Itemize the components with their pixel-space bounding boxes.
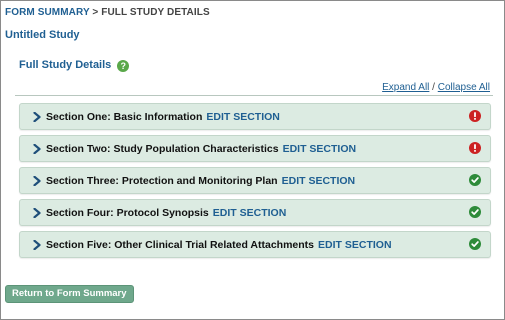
page-frame: FORM SUMMARY > FULL STUDY DETAILS Untitl…	[0, 0, 505, 320]
collapse-all-link[interactable]: Collapse All	[438, 82, 490, 93]
study-title: Untitled Study	[5, 29, 80, 41]
section-label: Section Five: Other Clinical Trial Relat…	[46, 238, 315, 251]
page-title-text: Full Study Details	[19, 59, 112, 71]
breadcrumb: FORM SUMMARY > FULL STUDY DETAILS	[5, 7, 210, 18]
page-title: Full Study Details ?	[19, 58, 130, 72]
section-row[interactable]: Section Three: Protection and Monitoring…	[19, 167, 491, 194]
chevron-right-icon[interactable]	[30, 143, 44, 154]
error-icon	[469, 110, 481, 122]
expand-collapse-links: Expand All / Collapse All	[382, 82, 490, 93]
edit-section-link[interactable]: EDIT SECTION	[283, 143, 357, 155]
section-label: Section Two: Study Population Characteri…	[46, 142, 279, 155]
return-to-form-summary-button[interactable]: Return to Form Summary	[5, 285, 134, 303]
sections-list: Section One: Basic Information EDIT SECTI…	[19, 103, 491, 263]
chevron-right-icon[interactable]	[30, 207, 44, 218]
section-row[interactable]: Section Two: Study Population Characteri…	[19, 135, 491, 162]
edit-section-link[interactable]: EDIT SECTION	[206, 111, 280, 123]
check-circle-icon	[469, 174, 481, 186]
breadcrumb-separator: >	[92, 7, 99, 18]
check-circle-icon	[469, 206, 481, 218]
chevron-right-icon[interactable]	[30, 239, 44, 250]
breadcrumb-current: FULL STUDY DETAILS	[101, 7, 210, 18]
link-separator: /	[432, 82, 435, 93]
chevron-right-icon[interactable]	[30, 111, 44, 122]
divider	[15, 95, 493, 96]
edit-section-link[interactable]: EDIT SECTION	[282, 175, 356, 187]
chevron-right-icon[interactable]	[30, 175, 44, 186]
edit-section-link[interactable]: EDIT SECTION	[318, 239, 392, 251]
edit-section-link[interactable]: EDIT SECTION	[213, 207, 287, 219]
section-label: Section Four: Protocol Synopsis	[46, 206, 209, 219]
section-label: Section One: Basic Information	[46, 110, 203, 123]
expand-all-link[interactable]: Expand All	[382, 82, 429, 93]
breadcrumb-form-summary-link[interactable]: FORM SUMMARY	[5, 7, 90, 18]
help-icon[interactable]: ?	[117, 60, 130, 72]
section-row[interactable]: Section One: Basic Information EDIT SECTI…	[19, 103, 491, 130]
section-label: Section Three: Protection and Monitoring…	[46, 174, 278, 187]
section-row[interactable]: Section Five: Other Clinical Trial Relat…	[19, 231, 491, 258]
error-icon	[469, 142, 481, 154]
check-circle-icon	[469, 238, 481, 250]
section-row[interactable]: Section Four: Protocol Synopsis EDIT SECT…	[19, 199, 491, 226]
